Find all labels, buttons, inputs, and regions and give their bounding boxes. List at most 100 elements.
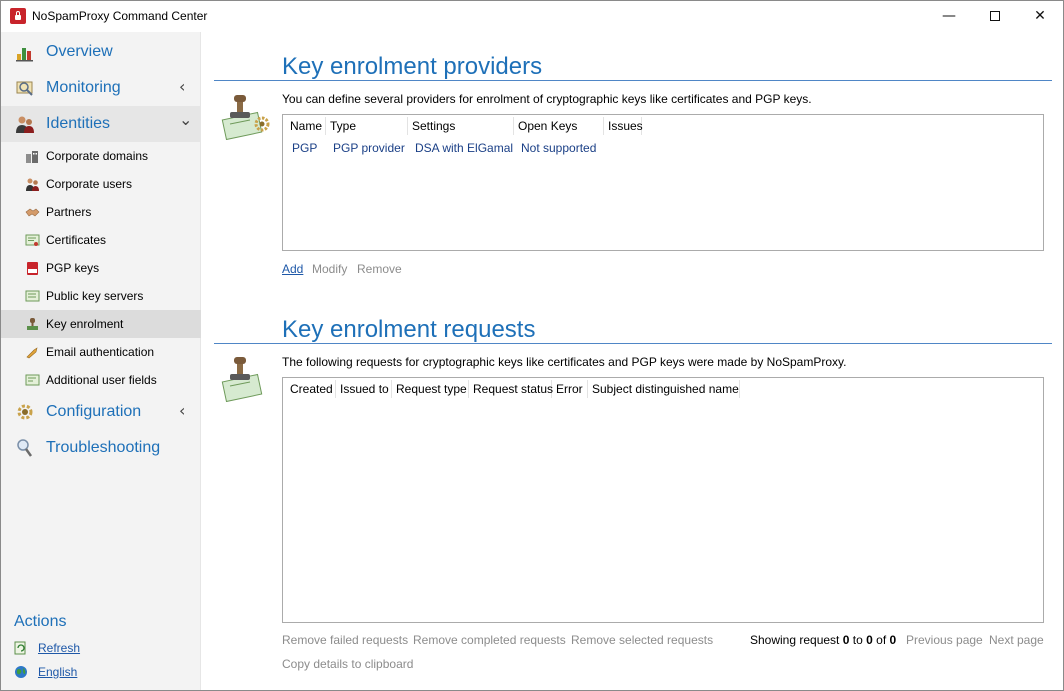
app-lock-icon — [10, 8, 26, 24]
nav-identities[interactable]: Identities ⌄ — [1, 106, 201, 142]
nav-partners[interactable]: Partners — [1, 198, 201, 226]
column-header-type[interactable]: Type — [326, 117, 408, 135]
column-header-settings[interactable]: Settings — [408, 117, 514, 135]
key-enrolment-icon — [27, 318, 38, 330]
nav-additional-user-fields[interactable]: Additional user fields — [1, 366, 201, 394]
providers-section-divider — [214, 80, 1052, 81]
table-cell-type: PGP provider — [333, 141, 405, 155]
table-cell-open-keys: Not supported — [521, 141, 597, 155]
providers-table-header: Name Type Settings Open Keys Issues — [286, 117, 643, 135]
chevron-left-icon: ‹ — [179, 401, 186, 420]
paging-status: Showing request 0 to 0 of 0 — [750, 633, 896, 647]
partners-icon — [25, 208, 40, 217]
providers-description: You can define several providers for enr… — [282, 92, 812, 106]
nav-email-authentication-label: Email authentication — [46, 345, 155, 359]
identities-icon — [16, 116, 34, 133]
email-authentication-icon — [26, 347, 38, 359]
nav-overview[interactable]: Overview — [1, 34, 201, 70]
nav-key-enrolment-label: Key enrolment — [46, 317, 124, 331]
refresh-link[interactable]: Refresh — [38, 641, 80, 655]
nav-corporate-domains-label: Corporate domains — [46, 149, 149, 163]
window-title: NoSpamProxy Command Center — [32, 9, 208, 23]
troubleshooting-icon — [17, 439, 33, 457]
nav-email-authentication[interactable]: Email authentication — [1, 338, 201, 366]
column-header-created[interactable]: Created — [286, 380, 336, 398]
nav-public-key-servers-label: Public key servers — [46, 289, 144, 303]
nav-additional-user-fields-label: Additional user fields — [46, 373, 157, 387]
refresh-icon — [14, 641, 26, 655]
nav-troubleshooting[interactable]: Troubleshooting — [1, 430, 201, 466]
requests-section-divider — [214, 343, 1052, 344]
remove-failed-requests-link[interactable]: Remove failed requests — [282, 633, 408, 647]
nav-corporate-domains[interactable]: Corporate domains — [1, 142, 201, 170]
column-header-error[interactable]: Error — [552, 380, 588, 398]
requests-table[interactable]: Created Issued to Request type Request s… — [282, 377, 1044, 623]
column-header-name[interactable]: Name — [286, 117, 326, 135]
column-header-open-keys[interactable]: Open Keys — [514, 117, 604, 135]
nav-monitoring[interactable]: Monitoring ‹ — [1, 70, 201, 106]
stamp-certificate-icon — [221, 95, 270, 140]
requests-section-title: Key enrolment requests — [282, 316, 536, 343]
nav-identities-label: Identities — [46, 115, 111, 132]
paging-to: 0 — [866, 633, 873, 647]
column-header-request-status[interactable]: Request status — [469, 380, 553, 398]
nav-certificates[interactable]: Certificates — [1, 226, 201, 254]
paging-to-word: to — [852, 633, 863, 647]
previous-page-link[interactable]: Previous page — [906, 633, 983, 647]
table-cell-settings: DSA with ElGamal — [415, 141, 514, 155]
additional-user-fields-icon — [25, 374, 40, 386]
maximize-button[interactable] — [972, 1, 1018, 32]
configuration-icon — [17, 404, 33, 420]
nav-key-enrolment[interactable]: Key enrolment — [1, 310, 201, 338]
column-header-issues[interactable]: Issues — [604, 117, 643, 135]
nav-monitoring-label: Monitoring — [46, 79, 121, 96]
table-cell-name: PGP — [292, 141, 318, 155]
remove-provider-link[interactable]: Remove — [357, 262, 402, 276]
certificates-icon — [25, 234, 40, 246]
close-icon: ✕ — [1034, 8, 1046, 24]
paging-total: 0 — [889, 633, 897, 647]
nav-pgp-keys[interactable]: PGP keys — [1, 254, 201, 282]
app-window: NoSpamProxy Command Center — ✕ Overview … — [0, 0, 1064, 691]
minimize-button[interactable]: — — [926, 1, 972, 32]
providers-table[interactable]: Name Type Settings Open Keys Issues PGP … — [282, 114, 1044, 251]
next-page-link[interactable]: Next page — [989, 633, 1044, 647]
paging-from: 0 — [842, 633, 850, 647]
copy-details-link[interactable]: Copy details to clipboard — [282, 657, 413, 671]
paging-of-word: of — [876, 633, 887, 647]
column-header-issued-to[interactable]: Issued to — [336, 380, 392, 398]
paging-prefix: Showing request — [750, 633, 840, 647]
column-header-request-type[interactable]: Request type — [392, 380, 469, 398]
column-header-subject-dn[interactable]: Subject distinguished name — [588, 380, 740, 398]
nav-public-key-servers[interactable]: Public key servers — [1, 282, 201, 310]
nav-configuration[interactable]: Configuration ‹ — [1, 394, 201, 430]
maximize-icon — [990, 11, 1000, 21]
chevron-left-icon: ‹ — [179, 77, 186, 96]
nav-corporate-users-label: Corporate users — [46, 177, 133, 191]
requests-table-header: Created Issued to Request type Request s… — [286, 380, 740, 398]
nav-partners-label: Partners — [46, 205, 92, 219]
modify-provider-link[interactable]: Modify — [312, 262, 347, 276]
minimize-icon: — — [942, 8, 956, 24]
table-row[interactable]: PGP PGP provider DSA with ElGamal Not su… — [286, 139, 642, 157]
nav-troubleshooting-label: Troubleshooting — [46, 439, 161, 456]
providers-section-title: Key enrolment providers — [282, 53, 543, 80]
globe-icon — [15, 666, 27, 678]
nav-pgp-keys-label: PGP keys — [46, 261, 100, 275]
corporate-users-icon — [26, 178, 39, 191]
add-provider-link[interactable]: Add — [282, 262, 303, 276]
table-cell-issues — [604, 139, 642, 157]
monitoring-icon — [16, 81, 33, 96]
nav-overview-label: Overview — [46, 43, 113, 60]
close-button[interactable]: ✕ — [1017, 1, 1063, 32]
main-content: Key enrolment providers You can define s… — [202, 32, 1063, 690]
remove-completed-requests-link[interactable]: Remove completed requests — [413, 633, 566, 647]
public-key-servers-icon — [25, 290, 40, 302]
corporate-domains-icon — [26, 151, 38, 163]
language-link[interactable]: English — [38, 665, 77, 679]
nav-corporate-users[interactable]: Corporate users — [1, 170, 201, 198]
pgp-keys-icon — [27, 262, 38, 275]
remove-selected-requests-link[interactable]: Remove selected requests — [571, 633, 713, 647]
actions-title: Actions — [14, 613, 67, 630]
overview-icon — [16, 48, 33, 62]
